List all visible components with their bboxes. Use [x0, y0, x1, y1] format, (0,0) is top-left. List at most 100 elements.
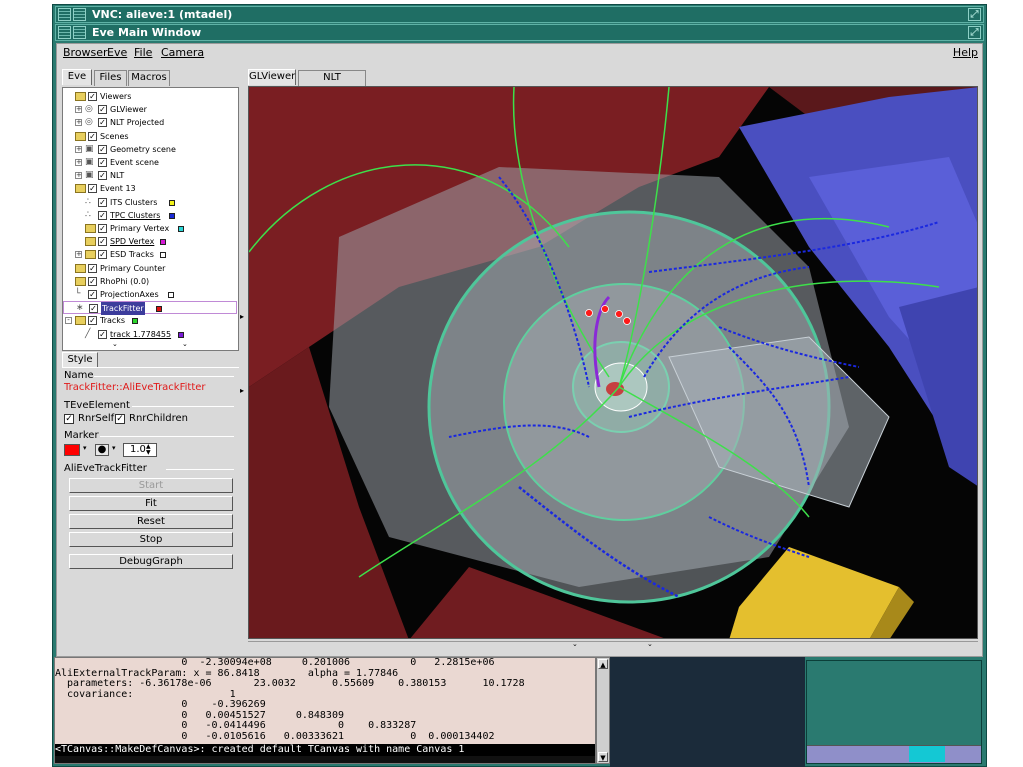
- start-button[interactable]: Start: [69, 478, 233, 493]
- pager-current-desk[interactable]: [909, 746, 945, 762]
- visibility-checkbox[interactable]: ✓: [98, 118, 107, 128]
- visibility-checkbox[interactable]: ✓: [98, 144, 107, 154]
- visibility-checkbox[interactable]: ✓: [98, 171, 107, 181]
- visibility-checkbox[interactable]: ✓: [88, 263, 97, 273]
- visibility-checkbox[interactable]: ✓: [89, 304, 98, 314]
- chevron-down-icon[interactable]: ⌄: [182, 340, 188, 348]
- visibility-checkbox[interactable]: ✓: [98, 197, 107, 207]
- visibility-checkbox[interactable]: ✓: [98, 210, 107, 220]
- color-swatch[interactable]: [160, 252, 166, 259]
- visibility-checkbox[interactable]: ✓: [98, 250, 107, 260]
- tree-item-track-1-778455[interactable]: ╱ ✓ track 1.778455: [63, 328, 238, 341]
- tree-item-tracks[interactable]: - ✓ Tracks: [63, 314, 238, 327]
- menu-browser[interactable]: Browser: [63, 44, 108, 62]
- expand-icon[interactable]: +: [75, 145, 82, 153]
- menu-file[interactable]: File: [134, 44, 152, 62]
- fit-button[interactable]: Fit: [69, 496, 233, 511]
- visibility-checkbox[interactable]: ✓: [88, 316, 97, 326]
- tree-item-event-13[interactable]: ✓ Event 13: [63, 182, 238, 195]
- tree-item-esd-tracks[interactable]: + ✓ ESD Tracks: [63, 248, 238, 261]
- marker-color-swatch[interactable]: [64, 444, 80, 456]
- visibility-checkbox[interactable]: ✓: [98, 158, 107, 167]
- splitter-arrow-icon[interactable]: ▸: [240, 312, 244, 321]
- tree-item-viewers[interactable]: ✓ Viewers: [63, 90, 238, 103]
- stop-button[interactable]: Stop: [69, 532, 233, 547]
- color-dropdown-icon[interactable]: ▾: [83, 444, 87, 452]
- visibility-checkbox[interactable]: ✓: [88, 184, 97, 194]
- chevron-down-icon[interactable]: ⌄: [572, 640, 578, 648]
- scroll-down-icon[interactable]: ▼: [598, 752, 608, 762]
- gl-viewer-canvas[interactable]: [248, 86, 978, 639]
- tree-item-geometry-scene[interactable]: + ▣ ✓ Geometry scene: [63, 143, 238, 156]
- tab-nlt-projected[interactable]: NLT Projected: [298, 70, 366, 97]
- rnrchildren-checkbox[interactable]: ✓: [115, 414, 125, 424]
- color-swatch[interactable]: [178, 226, 185, 232]
- tree-item-primary-counter[interactable]: ✓ Primary Counter: [63, 262, 238, 275]
- window-menu-icon[interactable]: [58, 26, 71, 39]
- visibility-checkbox[interactable]: ✓: [98, 237, 107, 247]
- console-hscrollbar[interactable]: [55, 756, 595, 763]
- expand-icon[interactable]: +: [75, 119, 82, 127]
- root-console[interactable]: 0 -2.30094e+08 0.201006 0 2.2815e+06 AliE…: [54, 657, 596, 764]
- tab-files[interactable]: Files: [94, 70, 127, 86]
- menu-eve[interactable]: Eve: [107, 44, 127, 62]
- visibility-checkbox[interactable]: ✓: [98, 224, 107, 233]
- tab-glviewer[interactable]: GLViewer: [248, 69, 296, 85]
- tree-item-nlt-projected[interactable]: + ◎ ✓ NLT Projected: [63, 116, 238, 129]
- menu-help[interactable]: Help: [953, 44, 978, 62]
- splitter-arrow-icon[interactable]: ▸: [240, 386, 244, 395]
- tree-item-spd-vertex[interactable]: ✓ SPD Vertex: [63, 235, 238, 248]
- style-dropdown-icon[interactable]: ▾: [112, 444, 116, 452]
- visibility-checkbox[interactable]: ✓: [88, 92, 97, 101]
- visibility-checkbox[interactable]: ✓: [88, 131, 97, 141]
- window-shade-icon[interactable]: [73, 26, 86, 39]
- reset-button[interactable]: Reset: [69, 514, 233, 529]
- chevron-down-icon[interactable]: ⌄: [112, 340, 118, 348]
- marker-size-input[interactable]: 1.0: [123, 443, 157, 457]
- tree-item-rhophi-0-0-[interactable]: ✓ RhoPhi (0.0): [63, 275, 238, 288]
- chevron-down-icon[interactable]: ⌄: [647, 640, 653, 648]
- tree-item-event-scene[interactable]: + ▣ ✓ Event scene: [63, 156, 238, 169]
- tree-item-projectionaxes[interactable]: └ ✓ ProjectionAxes: [63, 288, 238, 301]
- pager-strip[interactable]: [807, 745, 981, 763]
- rnrself-checkbox[interactable]: ✓: [64, 414, 74, 424]
- expand-icon[interactable]: +: [75, 251, 82, 259]
- tree-item-its-clusters[interactable]: ∴ ✓ ITS Clusters: [63, 196, 238, 209]
- color-swatch[interactable]: [169, 199, 176, 206]
- color-swatch[interactable]: [131, 318, 138, 325]
- pager-widget[interactable]: [806, 660, 982, 764]
- vnc-titlebar[interactable]: VNC: alieve:1 (mtadel) ⤢: [55, 6, 984, 23]
- expand-icon[interactable]: +: [75, 106, 82, 114]
- tree-item-trackfitter[interactable]: ∗ ✓ TrackFitter: [63, 301, 237, 316]
- tree-item-nlt[interactable]: + ▣ ✓ NLT: [63, 169, 238, 182]
- collapse-icon[interactable]: -: [65, 317, 72, 325]
- debuggraph-button[interactable]: DebugGraph: [69, 554, 233, 569]
- tree-item-glviewer[interactable]: + ◎ ✓ GLViewer: [63, 103, 238, 116]
- expand-icon[interactable]: +: [75, 172, 82, 180]
- color-swatch[interactable]: [178, 331, 185, 338]
- tree-item-scenes[interactable]: ✓ Scenes: [63, 130, 238, 143]
- visibility-checkbox[interactable]: ✓: [98, 105, 107, 115]
- console-vscrollbar[interactable]: ▲ ▼: [596, 657, 610, 764]
- window-menu-icon[interactable]: [58, 8, 71, 21]
- menu-camera[interactable]: Camera: [161, 44, 204, 62]
- window-resize-icon[interactable]: ⤢: [968, 26, 981, 39]
- color-swatch[interactable]: [155, 306, 162, 313]
- tree-item-tpc-clusters[interactable]: ∴ ✓ TPC Clusters: [63, 209, 238, 222]
- scroll-up-icon[interactable]: ▲: [598, 659, 608, 669]
- visibility-checkbox[interactable]: ✓: [98, 329, 107, 339]
- window-shade-icon[interactable]: [73, 8, 86, 21]
- color-swatch[interactable]: [160, 239, 166, 246]
- tab-macros[interactable]: Macros: [128, 70, 170, 86]
- eve-titlebar[interactable]: Eve Main Window ⤢: [55, 24, 984, 41]
- visibility-checkbox[interactable]: ✓: [88, 276, 97, 286]
- expand-icon[interactable]: +: [75, 159, 82, 166]
- visibility-checkbox[interactable]: ✓: [88, 290, 97, 299]
- color-swatch[interactable]: [169, 212, 176, 219]
- window-resize-icon[interactable]: ⤢: [968, 8, 981, 21]
- element-list-tree[interactable]: ✓ Viewers + ◎ ✓ GLViewer + ◎ ✓ NLT Projected ✓ Scen…: [62, 87, 239, 351]
- tab-eve[interactable]: Eve: [62, 69, 92, 85]
- size-stepper-icon[interactable]: ▲ ▼: [146, 444, 151, 456]
- tab-style[interactable]: Style: [62, 352, 98, 368]
- marker-style-icon[interactable]: ●: [95, 444, 109, 456]
